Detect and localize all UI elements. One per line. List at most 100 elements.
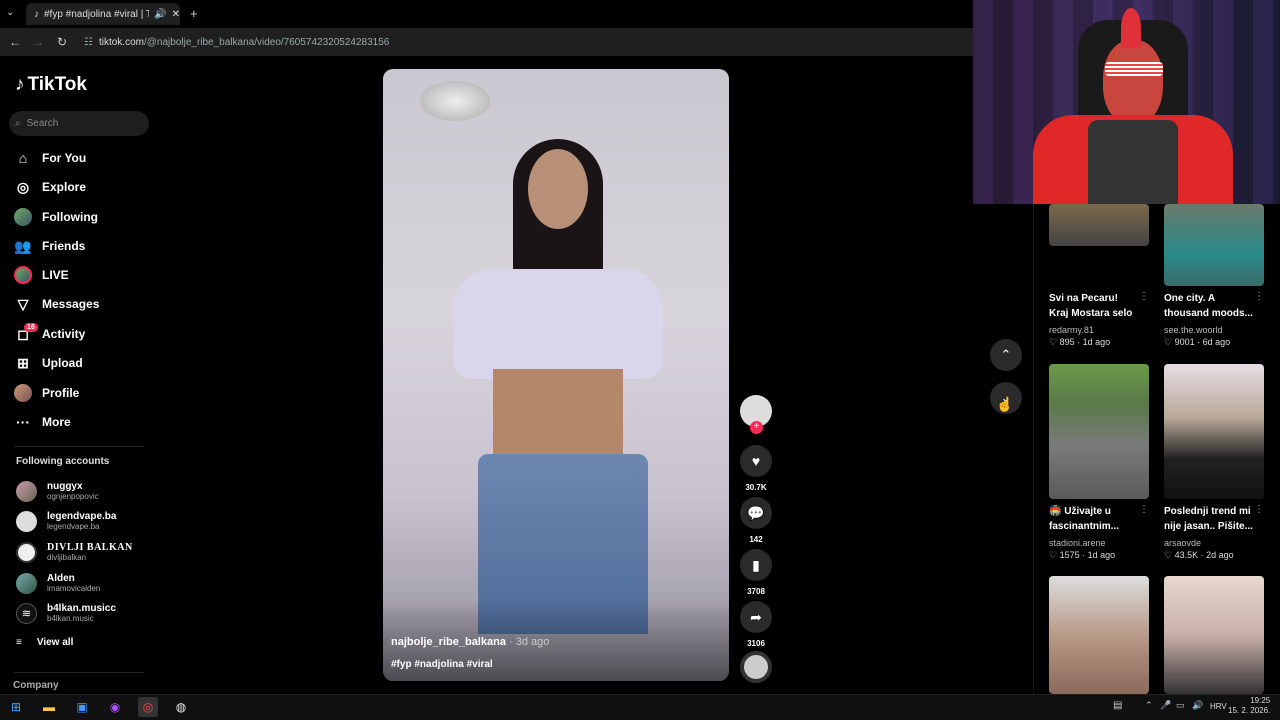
- mohawk-shape: [1121, 8, 1141, 48]
- video-card[interactable]: 🏟️ Uživajte u fascinantnim... ⋮ stadioni.…: [1049, 364, 1149, 561]
- video-thumbnail[interactable]: [1164, 204, 1264, 286]
- card-user[interactable]: arsaovde: [1164, 538, 1264, 548]
- card-title[interactable]: Svi na Pecaru! Kraj Mostara selo mal...: [1049, 291, 1139, 323]
- previous-video-button[interactable]: ⌃: [990, 339, 1022, 371]
- account-item[interactable]: DIVLJI BALKAN divljibalkan: [16, 539, 146, 565]
- chrome-icon[interactable]: ◎: [138, 697, 158, 717]
- file-explorer-icon[interactable]: ▬: [39, 697, 59, 717]
- language-indicator[interactable]: HRV: [1210, 702, 1227, 711]
- forward-icon[interactable]: →: [30, 34, 46, 50]
- account-item[interactable]: nuggyx ognjenpopovic: [16, 478, 146, 504]
- head-shape: [1103, 40, 1163, 125]
- url-field[interactable]: ☷ tiktok.com/@najbolje_ribe_balkana/vide…: [84, 33, 970, 51]
- card-likes: 895: [1059, 337, 1075, 347]
- clock-time: 19:25: [1250, 696, 1271, 705]
- video-thumbnail[interactable]: [1164, 364, 1264, 499]
- video-thumbnail[interactable]: [1049, 576, 1149, 694]
- audio-icon[interactable]: 🔊: [154, 9, 166, 20]
- site-info-icon[interactable]: ☷: [84, 37, 93, 48]
- card-age: 1d ago: [1082, 337, 1111, 347]
- account-item[interactable]: ≋ b4lkan.musicc b4lkan.music: [16, 600, 146, 626]
- video-card[interactable]: Poslednji trend mi nije jasan.. Pišite..…: [1164, 364, 1264, 561]
- heart-outline-icon: ♡: [1164, 337, 1173, 347]
- obs-icon[interactable]: ◍: [171, 697, 191, 717]
- music-disc-icon[interactable]: [740, 651, 772, 683]
- card-user[interactable]: stadioni.arene: [1049, 538, 1149, 548]
- browser-tab[interactable]: ♪ #fyp #nadjolina #viral | Tik 🔊 ✕: [26, 3, 180, 25]
- profile-avatar-icon: [14, 384, 32, 402]
- video-card[interactable]: Svi na Pecaru! Kraj Mostara selo mal...⋮…: [1049, 204, 1149, 348]
- keyboard-icon[interactable]: ▤: [1113, 700, 1122, 711]
- like-button[interactable]: ♥ 30.7K: [740, 445, 772, 492]
- follow-plus-icon[interactable]: +: [750, 421, 763, 434]
- tray-arrow-icon[interactable]: ⌃: [1145, 700, 1153, 711]
- account-item[interactable]: Alden imamovicalden: [16, 570, 146, 596]
- card-meta: ♡ 43.5K · 2d ago: [1164, 550, 1234, 560]
- account-handle: imamovicalden: [47, 584, 101, 593]
- nav-live[interactable]: LIVE: [14, 263, 149, 287]
- clock[interactable]: 19:25 15. 2. 2026.: [1228, 696, 1270, 716]
- search-input[interactable]: ⌕ Search: [9, 111, 149, 136]
- card-age: 6d ago: [1202, 337, 1231, 347]
- reload-icon[interactable]: ↻: [54, 34, 70, 50]
- video-hashtags[interactable]: #fyp #nadjolina #viral: [391, 659, 493, 670]
- taskbar: [0, 694, 1280, 720]
- microphone-icon[interactable]: 🎤: [1160, 700, 1171, 711]
- windows-start-icon[interactable]: ⊞: [6, 697, 26, 717]
- card-title[interactable]: Poslednji trend mi nije jasan.. Pišite..…: [1164, 504, 1254, 536]
- card-title[interactable]: 🏟️ Uživajte u fascinantnim...: [1049, 504, 1139, 536]
- network-icon[interactable]: ▭: [1176, 700, 1185, 711]
- video-author[interactable]: najbolje_ribe_balkana · 3d ago: [391, 636, 549, 648]
- avatar: [16, 510, 37, 532]
- account-item[interactable]: legendvape.ba legendvape.ba: [16, 508, 146, 534]
- nav-explore[interactable]: ◎ Explore: [14, 175, 149, 199]
- clock-date: 15. 2. 2026.: [1228, 706, 1271, 715]
- close-tab-icon[interactable]: ✕: [172, 9, 180, 20]
- card-more-icon[interactable]: ⋮: [1139, 504, 1149, 536]
- view-all-button[interactable]: ≡ View all: [16, 637, 73, 648]
- nav-label: Messages: [42, 297, 100, 311]
- share-icon: ➦: [740, 601, 772, 633]
- video-player[interactable]: [383, 69, 729, 681]
- comment-button[interactable]: 💬 142: [740, 497, 772, 544]
- nav-messages[interactable]: ▽ Messages: [14, 292, 149, 316]
- card-age: 1d ago: [1087, 550, 1116, 560]
- account-handle: ognjenpopovic: [47, 492, 99, 501]
- tab-list-icon[interactable]: ⌄: [6, 7, 14, 18]
- card-more-icon[interactable]: ⋮: [1254, 291, 1264, 323]
- nav-label: More: [42, 415, 71, 429]
- save-button[interactable]: ▮ 3708: [740, 549, 772, 596]
- avatar: [16, 572, 37, 594]
- share-button[interactable]: ➦ 3106: [740, 601, 772, 648]
- nav-following[interactable]: Following: [14, 205, 149, 229]
- nav-upload[interactable]: ⊞ Upload: [14, 351, 149, 375]
- volume-icon[interactable]: 🔊: [1192, 700, 1203, 711]
- card-more-icon[interactable]: ⋮: [1254, 504, 1264, 536]
- video-thumbnail[interactable]: [1164, 576, 1264, 694]
- nav-profile[interactable]: Profile: [14, 381, 149, 405]
- nav-label: LIVE: [42, 268, 69, 282]
- card-user[interactable]: see.the.woorld: [1164, 325, 1264, 335]
- video-thumbnail[interactable]: [1049, 364, 1149, 499]
- author-name[interactable]: najbolje_ribe_balkana: [391, 636, 506, 648]
- nav-more[interactable]: ··· More: [14, 410, 149, 434]
- nav-label: Following: [42, 210, 98, 224]
- messenger-icon[interactable]: ◉: [105, 697, 125, 717]
- avatar: [16, 480, 37, 502]
- nav-for-you[interactable]: ⌂ For You: [14, 146, 149, 170]
- card-more-icon[interactable]: ⋮: [1139, 291, 1149, 323]
- nav-friends[interactable]: 👥 Friends: [14, 234, 149, 258]
- company-link[interactable]: Company: [13, 680, 59, 691]
- post-date: · 3d ago: [505, 636, 550, 648]
- back-icon[interactable]: ←: [7, 34, 23, 50]
- tiktok-logo[interactable]: ♪ TikTok: [15, 74, 87, 96]
- live-icon: [14, 266, 32, 284]
- video-card[interactable]: One city. A thousand moods... ⋮ see.the.w…: [1164, 204, 1264, 348]
- account-name: DIVLJI BALKAN: [47, 542, 133, 553]
- card-likes: 9001: [1174, 337, 1195, 347]
- new-tab-icon[interactable]: +: [190, 6, 198, 21]
- store-icon[interactable]: ▣: [72, 697, 92, 717]
- video-thumbnail[interactable]: [1049, 204, 1149, 246]
- card-user[interactable]: redarmy.81: [1049, 325, 1149, 335]
- card-title[interactable]: One city. A thousand moods...: [1164, 291, 1254, 323]
